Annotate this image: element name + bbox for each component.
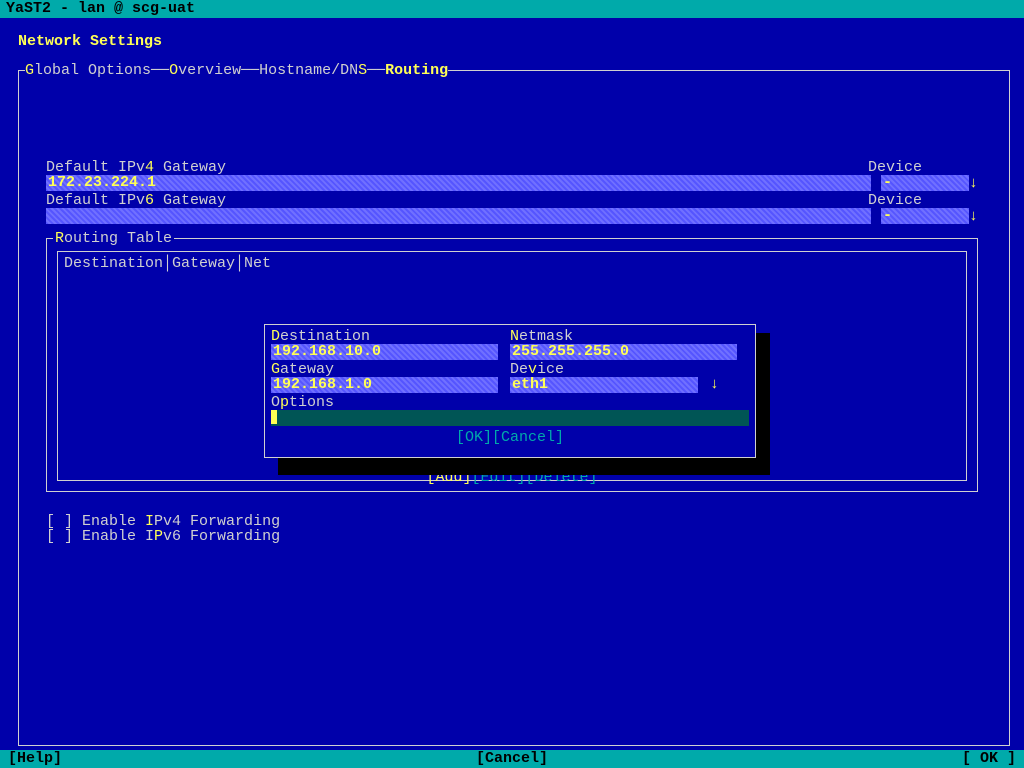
tab-hostname-dns[interactable]: Hostname/DNS	[259, 62, 367, 79]
destination-input[interactable]: 192.168.10.0	[271, 344, 498, 360]
chevron-down-icon[interactable]: ↓	[710, 376, 719, 393]
gateway-input[interactable]: 192.168.1.0	[271, 377, 498, 393]
window-titlebar: YaST2 - lan @ scg-uat	[0, 0, 1024, 18]
ipv6-gateway-input[interactable]	[46, 208, 871, 224]
forwarding-section: [ ] Enable IPv4 Forwarding [ ] Enable IP…	[46, 514, 280, 544]
tab-routing[interactable]: Routing	[385, 62, 448, 79]
route-edit-dialog: Destination 192.168.10.0 Netmask 255.255…	[264, 324, 756, 458]
routing-table-header: Destination│Gateway│Net	[64, 256, 271, 271]
device-label-1: Device	[868, 159, 922, 176]
chevron-down-icon[interactable]: ↓	[969, 209, 978, 224]
options-label: Options	[271, 394, 334, 411]
device-select[interactable]: eth1	[510, 377, 698, 393]
default-gateway-section: Default IPv4 Gateway Device 172.23.224.1…	[46, 160, 978, 224]
page-title: Network Settings	[10, 22, 1014, 49]
footer-bar: [Help] [Cancel] [ OK ]	[0, 750, 1024, 768]
cancel-button[interactable]: [Cancel]	[476, 750, 548, 767]
dialog-ok-button[interactable]: [OK]	[456, 429, 492, 446]
ipv6-device-select[interactable]: -	[881, 208, 969, 224]
tabs-row: Global Options──Overview──Hostname/DNS──…	[25, 63, 448, 78]
netmask-input[interactable]: 255.255.255.0	[510, 344, 737, 360]
tab-overview[interactable]: Overview	[169, 62, 241, 79]
routing-table-caption: Routing Table	[53, 231, 174, 246]
tab-global-options[interactable]: Global Options	[25, 62, 151, 79]
enable-ipv6-forwarding-checkbox[interactable]: [ ] Enable IPv6 Forwarding	[46, 529, 280, 544]
ipv6-gateway-label: Default IPv6 Gateway	[46, 192, 226, 209]
options-input[interactable]	[271, 410, 749, 426]
ok-button[interactable]: [ OK ]	[962, 751, 1016, 767]
dialog-cancel-button[interactable]: [Cancel]	[492, 429, 564, 446]
chevron-down-icon[interactable]: ↓	[969, 176, 978, 191]
device-label-2: Device	[868, 192, 922, 209]
workspace: Network Settings Global Options──Overvie…	[0, 18, 1024, 750]
ipv4-device-select[interactable]: -	[881, 175, 969, 191]
enable-ipv4-forwarding-checkbox[interactable]: [ ] Enable IPv4 Forwarding	[46, 514, 280, 529]
ipv4-gateway-input[interactable]: 172.23.224.1	[46, 175, 871, 191]
